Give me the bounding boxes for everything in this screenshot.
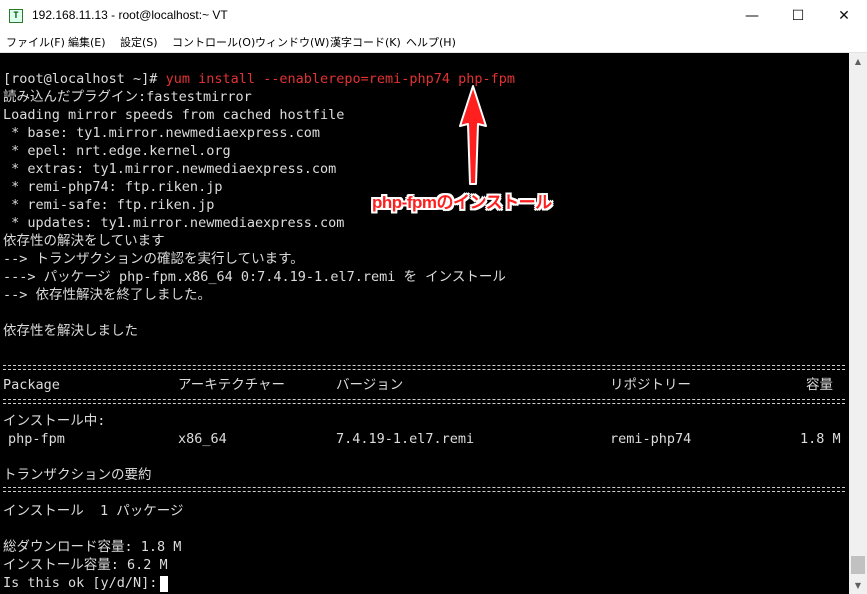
row-repository: remi-php74 xyxy=(610,431,692,447)
scroll-up-icon[interactable]: ▲ xyxy=(849,53,867,70)
separator-double xyxy=(3,365,845,370)
row-version: 7.4.19-1.el7.remi xyxy=(336,431,475,447)
menu-file[interactable]: ファイル(F) xyxy=(6,34,65,50)
output-line: ---> パッケージ php-fpm.x86_64 0:7.4.19-1.el7… xyxy=(3,269,506,285)
install-section-label: インストール中: xyxy=(3,413,106,429)
output-line: 依存性の解決をしています xyxy=(3,233,165,249)
scroll-down-icon[interactable]: ▼ xyxy=(849,577,867,594)
menu-bar: ファイル(F) 編集(E) 設定(S) コントロール(O) ウィンドウ(W) 漢… xyxy=(0,32,867,53)
text-cursor[interactable] xyxy=(160,576,168,592)
output-line: 依存性を解決しました xyxy=(3,323,138,339)
close-icon: ✕ xyxy=(838,8,850,24)
output-line: --> トランザクションの確認を実行しています。 xyxy=(3,251,304,267)
output-line: * epel: nrt.edge.kernel.org xyxy=(3,143,231,159)
window-title: 192.168.11.13 - root@localhost:~ VT xyxy=(32,8,228,22)
confirm-prompt: Is this ok [y/d/N]: xyxy=(3,575,166,591)
header-size: 容量 xyxy=(806,377,833,393)
total-download-size: 総ダウンロード容量: 1.8 M xyxy=(3,539,182,555)
title-bar[interactable]: T 192.168.11.13 - root@localhost:~ VT — … xyxy=(0,0,867,32)
menu-window[interactable]: ウィンドウ(W) xyxy=(255,34,329,50)
minimize-icon: — xyxy=(745,8,759,24)
menu-edit[interactable]: 編集(E) xyxy=(68,34,106,50)
close-button[interactable]: ✕ xyxy=(821,0,867,32)
vertical-scrollbar[interactable]: ▲ ▼ xyxy=(849,53,867,594)
scrollbar-thumb[interactable] xyxy=(851,556,865,574)
minimize-button[interactable]: — xyxy=(729,0,775,32)
row-architecture: x86_64 xyxy=(178,431,227,447)
row-package: php-fpm xyxy=(8,431,65,447)
command-line: [root@localhost ~]# yum install --enable… xyxy=(3,70,515,88)
separator-double xyxy=(3,487,845,492)
menu-settings[interactable]: 設定(S) xyxy=(120,34,158,50)
menu-kanji-code[interactable]: 漢字コード(K) xyxy=(330,34,401,50)
maximize-icon: ☐ xyxy=(791,8,805,24)
output-line: * remi-php74: ftp.riken.jp xyxy=(3,179,223,195)
output-line: * remi-safe: ftp.riken.jp xyxy=(3,197,215,213)
header-architecture: アーキテクチャー xyxy=(178,377,286,393)
output-line: Loading mirror speeds from cached hostfi… xyxy=(3,107,345,123)
red-arrow-icon xyxy=(459,85,487,185)
installed-size: インストール容量: 6.2 M xyxy=(3,557,168,573)
header-package: Package xyxy=(3,377,60,393)
output-line: * base: ty1.mirror.newmediaexpress.com xyxy=(3,125,320,141)
install-summary: インストール 1 パッケージ xyxy=(3,503,184,519)
terminal-window: T 192.168.11.13 - root@localhost:~ VT — … xyxy=(0,0,867,594)
output-line: * extras: ty1.mirror.newmediaexpress.com xyxy=(3,161,337,177)
terminal-screen[interactable]: [root@localhost ~]# yum install --enable… xyxy=(0,53,849,594)
teraterm-app-icon[interactable]: T xyxy=(9,9,23,23)
header-repository: リポジトリー xyxy=(610,377,691,393)
output-line: --> 依存性解決を終了しました。 xyxy=(3,287,212,303)
separator-double xyxy=(3,399,845,404)
menu-control[interactable]: コントロール(O) xyxy=(172,34,255,50)
summary-title: トランザクションの要約 xyxy=(3,467,152,483)
shell-prompt: [root@localhost ~]# xyxy=(3,71,166,87)
row-size: 1.8 M xyxy=(800,431,841,447)
header-version: バージョン xyxy=(336,377,404,393)
maximize-button[interactable]: ☐ xyxy=(775,0,821,32)
output-line: 読み込んだプラグイン:fastestmirror xyxy=(3,89,252,105)
menu-help[interactable]: ヘルプ(H) xyxy=(406,34,456,50)
annotation-label: php-fpmのインストール xyxy=(372,193,552,212)
output-line: * updates: ty1.mirror.newmediaexpress.co… xyxy=(3,215,345,231)
